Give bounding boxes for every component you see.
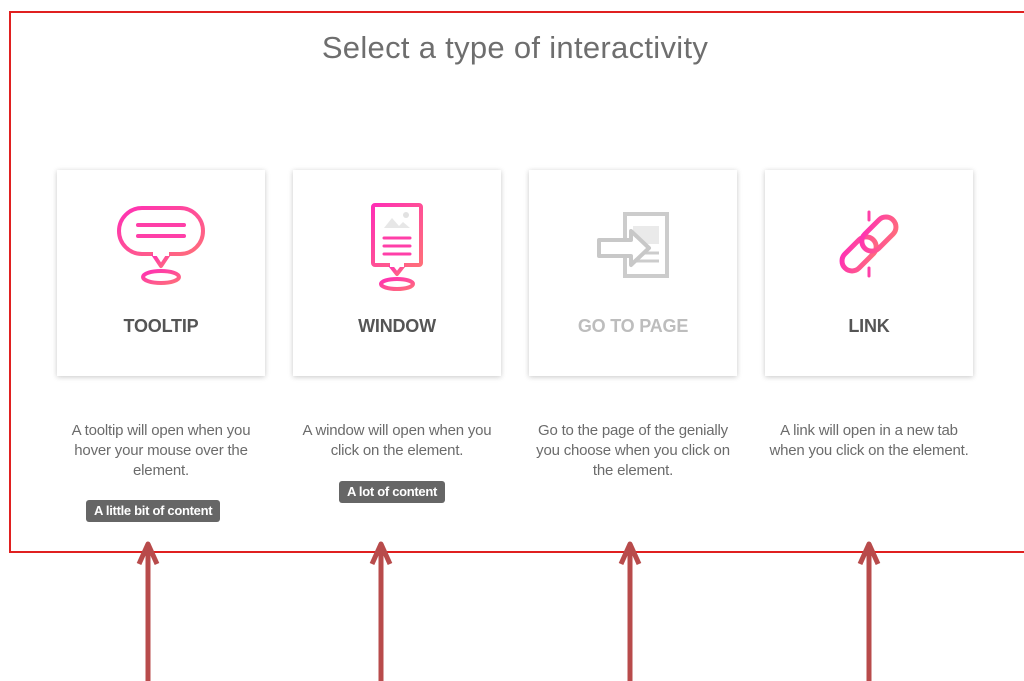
option-description-go-to-page: Go to the page of the genially you choos…	[536, 422, 730, 479]
link-chain-icon	[839, 210, 899, 278]
option-description-window: A window will open when you click on the…	[302, 422, 492, 459]
annotation-arrow-icon	[857, 541, 881, 681]
option-label: LINK	[848, 316, 890, 336]
option-label: WINDOW	[358, 316, 436, 336]
option-description-link: A link will open in a new tab when you c…	[769, 422, 969, 459]
option-label: GO TO PAGE	[577, 316, 689, 336]
window-image-icon	[371, 203, 423, 291]
interactivity-selector: Select a type of interactivity TOOLTIP W…	[0, 0, 1024, 681]
option-description-tooltip: A tooltip will open when you hover your …	[71, 422, 251, 479]
annotation-arrow-icon	[369, 541, 393, 681]
annotation-arrow-icon	[618, 541, 642, 681]
option-card-tooltip[interactable]: TOOLTIP	[57, 170, 265, 376]
go-to-page-icon	[597, 212, 669, 278]
option-label: TOOLTIP	[123, 316, 199, 336]
page-title: Select a type of interactivity	[321, 30, 709, 65]
annotation-arrow-icon	[136, 541, 160, 681]
option-card-go-to-page[interactable]: GO TO PAGE	[529, 170, 737, 376]
option-card-window[interactable]: WINDOW	[293, 170, 501, 376]
content-size-badge-tooltip: A little bit of content	[86, 500, 221, 522]
option-card-link[interactable]: LINK	[765, 170, 973, 376]
speech-bubble-icon	[117, 206, 205, 285]
content-size-badge-window: A lot of content	[339, 481, 446, 503]
